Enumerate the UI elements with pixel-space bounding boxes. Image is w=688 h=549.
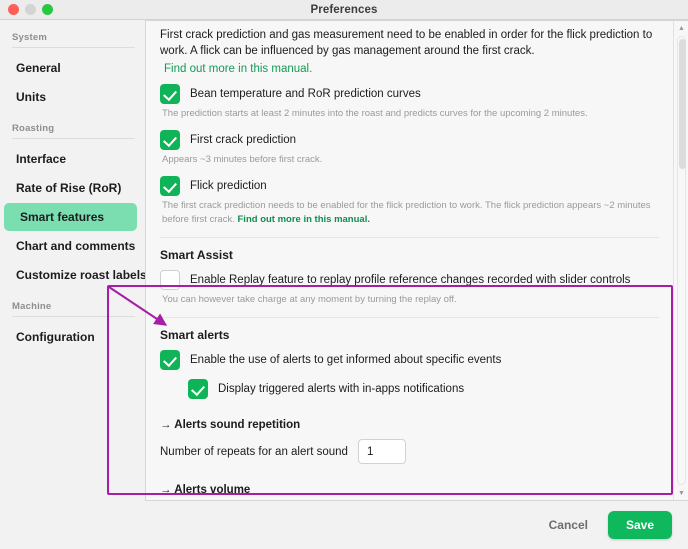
intro-paragraph: First crack prediction and gas measureme… [160,29,653,57]
option-label: Flick prediction [190,180,267,192]
sidebar-item-configuration[interactable]: Configuration [4,323,137,351]
sidebar-group-system: System General Units [0,32,145,111]
settings-panel: First crack prediction and gas measureme… [145,20,688,501]
option-row-bean-temperature[interactable]: Bean temperature and RoR prediction curv… [160,84,659,104]
dialog-footer: Cancel Save [0,501,688,549]
checkbox-display-alerts[interactable] [188,379,208,399]
preferences-window: Preferences System General Units Roastin… [0,0,688,549]
content-area: First crack prediction and gas measureme… [145,20,688,501]
checkbox-flick-prediction[interactable] [160,176,180,196]
sidebar-item-rate-of-rise[interactable]: Rate of Rise (RoR) [4,174,137,202]
option-label: Bean temperature and RoR prediction curv… [190,88,421,100]
scrollbar-track[interactable] [677,36,686,485]
option-label: Enable Replay feature to replay profile … [190,274,631,286]
checkbox-enable-replay[interactable] [160,270,180,290]
save-button[interactable]: Save [607,511,672,539]
option-hint: The prediction starts at least 2 minutes… [162,108,588,119]
sidebar-group-divider [12,47,135,48]
option-row-enable-alerts[interactable]: Enable the use of alerts to get informed… [160,350,659,370]
window-title: Preferences [310,3,378,16]
cancel-button[interactable]: Cancel [545,512,592,538]
alerts-volume-heading: → Alerts volume [160,484,251,496]
sidebar-item-customize-roast-labels[interactable]: Customize roast labels [4,261,145,289]
option-hint-text: The first crack prediction needs to be e… [162,200,651,225]
sidebar-group-divider [12,138,135,139]
section-divider [160,237,659,238]
sidebar-group-machine: Machine Configuration [0,301,145,351]
intro-manual-link[interactable]: Find out more in this manual. [164,63,659,75]
window-body: System General Units Roasting Interface … [0,20,688,501]
repeats-input[interactable]: 1 [357,439,406,464]
sidebar-item-general[interactable]: General [4,54,137,82]
sidebar-item-units[interactable]: Units [4,83,137,111]
smart-assist-hint: You can however take charge at any momen… [162,294,457,305]
sidebar-item-smart-features[interactable]: Smart features [4,203,137,231]
title-bar: Preferences [0,0,688,20]
checkbox-bean-temperature[interactable] [160,84,180,104]
scroll-up-arrow[interactable]: ▲ [674,21,688,35]
checkbox-first-crack-prediction[interactable] [160,130,180,150]
sidebar-group-label: Machine [12,301,52,312]
option-hint: Appears ~3 minutes before first crack. [162,154,323,165]
option-label: First crack prediction [190,134,297,146]
sidebar-item-chart-and-comments[interactable]: Chart and comments [4,232,137,260]
sidebar-group-divider [12,316,135,317]
settings-scroll-content: First crack prediction and gas measureme… [146,21,673,500]
repeats-field-label: Number of repeats for an alert sound [160,445,348,458]
alerts-sound-repetition-heading: → Alerts sound repetition [160,419,301,431]
scroll-down-arrow[interactable]: ▼ [674,486,688,500]
sidebar: System General Units Roasting Interface … [0,20,145,501]
smart-alerts-title: Smart alerts [160,328,230,342]
flick-manual-link[interactable]: Find out more in this manual. [238,214,370,225]
option-row-display-alerts[interactable]: Display triggered alerts with in-apps no… [188,379,659,399]
option-label: Display triggered alerts with in-apps no… [218,383,465,395]
sidebar-group-roasting: Roasting Interface Rate of Rise (RoR) Sm… [0,123,145,289]
repeats-field-row: Number of repeats for an alert sound 1 [160,439,659,464]
option-label: Enable the use of alerts to get informed… [190,354,502,366]
checkbox-enable-alerts[interactable] [160,350,180,370]
vertical-scrollbar[interactable]: ▲ ▼ [673,21,688,500]
scrollbar-thumb[interactable] [679,39,686,169]
option-row-first-crack-prediction[interactable]: First crack prediction [160,130,659,150]
option-hint-flick: The first crack prediction needs to be e… [162,199,659,227]
smart-assist-title: Smart Assist [160,248,233,262]
section-divider [160,317,659,318]
option-row-flick-prediction[interactable]: Flick prediction [160,176,659,196]
sidebar-group-label: Roasting [12,123,55,134]
sidebar-group-label: System [12,32,47,43]
sidebar-item-interface[interactable]: Interface [4,145,137,173]
option-row-enable-replay[interactable]: Enable Replay feature to replay profile … [160,270,659,290]
